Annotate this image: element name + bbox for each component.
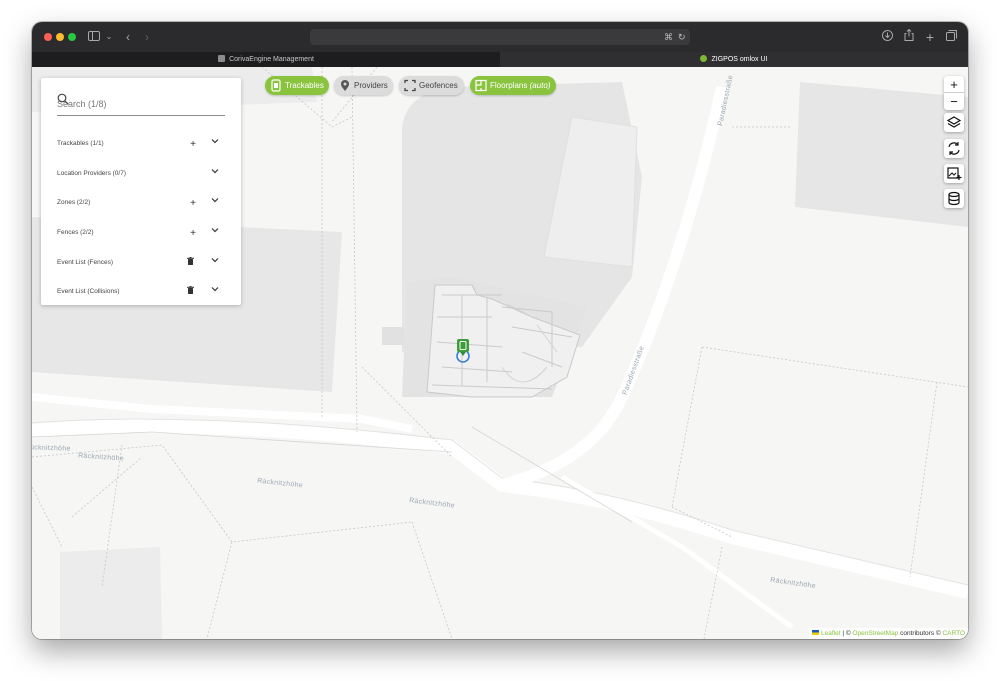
zoom-in-button[interactable]: + <box>944 76 964 93</box>
geofence-icon <box>404 79 416 92</box>
plus-icon[interactable]: + <box>187 227 199 241</box>
layers-icon <box>946 116 962 128</box>
zoom-control: + − <box>944 76 964 110</box>
chevron-down-icon[interactable]: ⌄ <box>101 29 117 45</box>
zigpos-favicon-icon <box>700 55 708 62</box>
page-favicon-icon <box>218 55 226 62</box>
database-button[interactable] <box>944 189 964 208</box>
plus-icon[interactable]: + <box>187 138 199 152</box>
tab-bar: CorivaEngine Management ZIGPOS omlox UI <box>32 52 968 67</box>
map-canvas[interactable]: ücknitzhöhe Räcknitzhöhe Räcknitzhöhe Rä… <box>32 67 968 639</box>
map-attribution: Leaflet | © OpenStreetMap contributors ©… <box>808 628 968 639</box>
chevron-down-icon[interactable] <box>211 227 223 241</box>
plus-icon[interactable]: + <box>187 197 199 211</box>
back-arrow-icon[interactable]: ‹ <box>120 29 136 45</box>
sync-button[interactable] <box>944 139 964 158</box>
search-box <box>57 93 225 116</box>
tab-label: ZIGPOS omlox UI <box>711 56 768 63</box>
download-icon[interactable] <box>879 29 895 45</box>
sidebar-panel: Trackables (1/1) + Location Providers (0… <box>41 78 241 305</box>
section-label: Event List (Fences) <box>57 259 113 266</box>
add-floorplan-button[interactable] <box>944 164 964 183</box>
address-bar[interactable]: ⌘ ↻ <box>310 29 690 45</box>
floorplans-mode: (auto) <box>529 81 551 90</box>
chevron-down-icon[interactable] <box>211 197 223 211</box>
tab-corivaengine[interactable]: CorivaEngine Management <box>32 52 500 67</box>
floorplan-icon <box>475 79 487 92</box>
section-label: Trackables (1/1) <box>57 140 104 147</box>
browser-window: ⌄ ‹ › ⌘ ↻ + CorivaEngine Management ZIGP… <box>32 22 968 639</box>
tab-label: CorivaEngine Management <box>229 56 314 63</box>
street-label: ücknitzhöhe <box>32 444 71 453</box>
zoom-out-button[interactable]: − <box>944 93 964 110</box>
trackables-toggle-button[interactable]: Trackables <box>265 76 329 95</box>
new-tab-icon[interactable]: + <box>922 29 938 45</box>
close-window-button[interactable] <box>44 33 52 41</box>
chevron-down-icon[interactable] <box>211 257 223 271</box>
trackable-tag-icon <box>271 79 281 92</box>
trash-icon[interactable] <box>187 286 199 300</box>
location-pin-icon <box>341 80 349 91</box>
zoom-window-button[interactable] <box>68 33 76 41</box>
osm-link[interactable]: OpenStreetMap <box>852 630 898 637</box>
ukraine-flag-icon <box>811 630 819 635</box>
translate-icon[interactable]: ⌘ <box>664 29 673 45</box>
add-image-icon <box>947 167 962 180</box>
database-icon <box>948 191 960 206</box>
leaflet-link[interactable]: Leaflet <box>821 630 841 637</box>
section-event-list-fences[interactable]: Event List (Fences) <box>57 257 225 271</box>
layers-button[interactable] <box>944 113 964 132</box>
section-trackables[interactable]: Trackables (1/1) + <box>57 138 225 152</box>
share-icon[interactable] <box>901 28 917 45</box>
trash-icon[interactable] <box>187 257 199 271</box>
sync-icon <box>948 142 960 155</box>
chevron-down-icon[interactable] <box>211 138 223 152</box>
sidebar-toggle-icon[interactable] <box>86 29 102 45</box>
attribution-text: contributors © <box>898 630 943 637</box>
section-label: Fences (2/2) <box>57 229 94 236</box>
chip-label: Trackables <box>285 81 324 90</box>
section-zones[interactable]: Zones (2/2) + <box>57 197 225 211</box>
chip-label: Geofences <box>419 81 458 90</box>
tab-overview-icon[interactable] <box>943 29 959 45</box>
providers-toggle-button[interactable]: Providers <box>334 76 393 95</box>
chevron-down-icon[interactable] <box>211 168 223 182</box>
section-fences[interactable]: Fences (2/2) + <box>57 227 225 241</box>
forward-arrow-icon[interactable]: › <box>139 29 155 45</box>
section-label: Zones (2/2) <box>57 199 91 206</box>
search-input[interactable] <box>57 96 205 112</box>
floorplans-toggle-button[interactable]: Floorplans (auto) <box>470 76 556 95</box>
section-location-providers[interactable]: Location Providers (0/7) <box>57 168 225 182</box>
geofences-toggle-button[interactable]: Geofences <box>399 76 464 95</box>
reload-icon[interactable]: ↻ <box>678 29 686 45</box>
title-bar: ⌄ ‹ › ⌘ ↻ + <box>32 22 968 52</box>
chevron-down-icon[interactable] <box>211 286 223 300</box>
tab-zigpos[interactable]: ZIGPOS omlox UI <box>500 52 968 67</box>
chip-label: Providers <box>354 81 388 90</box>
attribution-separator: | © <box>840 630 853 637</box>
search-icon[interactable] <box>57 93 69 105</box>
carto-link[interactable]: CARTO <box>942 630 965 637</box>
chip-label: Floorplans <box>490 81 528 90</box>
minimize-window-button[interactable] <box>56 33 64 41</box>
section-label: Location Providers (0/7) <box>57 170 127 177</box>
section-label: Event List (Collisions) <box>57 288 120 295</box>
section-event-list-collisions[interactable]: Event List (Collisions) <box>57 286 225 300</box>
